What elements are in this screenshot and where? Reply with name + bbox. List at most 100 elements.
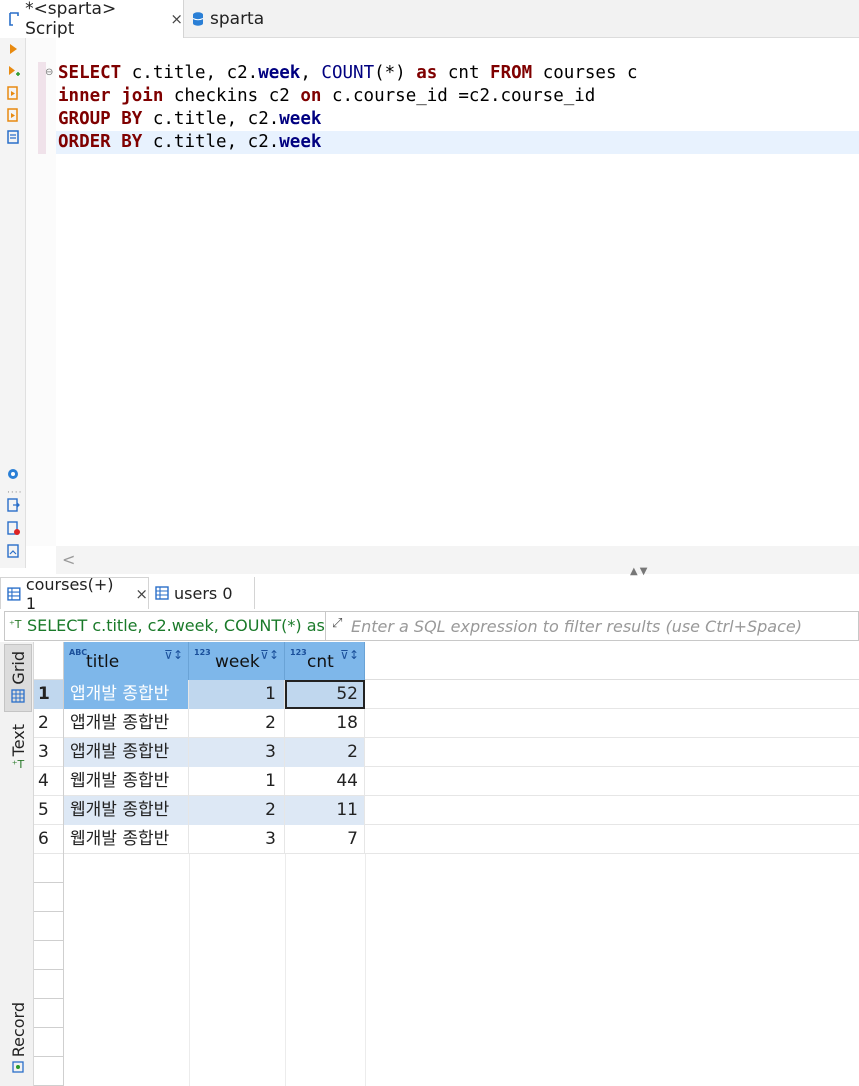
file-image-icon[interactable] <box>6 544 20 558</box>
code-token: c.title, c2. <box>142 132 280 152</box>
script-icon <box>6 11 21 27</box>
result-view-switcher: Grid Text ⁺T Record <box>0 642 34 1086</box>
grid-icon <box>11 688 25 703</box>
tab-courses-result[interactable]: courses(+) 1 × <box>0 575 149 613</box>
code-token: courses c <box>532 63 638 83</box>
empty-row <box>34 883 64 912</box>
code-token: cnt <box>437 63 491 83</box>
tab-courses-label: courses(+) 1 <box>25 574 114 613</box>
cell-cnt[interactable]: 7 <box>285 825 365 854</box>
cell-title[interactable]: 앱개발 종합반 <box>64 738 189 767</box>
expand-icon[interactable]: ⤢ <box>332 616 342 631</box>
cell-cnt[interactable]: 18 <box>285 709 365 738</box>
column-header-cnt[interactable]: 123 cnt ⊽↕ <box>285 642 365 680</box>
empty-row <box>34 1057 64 1086</box>
filter-sort-icon[interactable]: ⊽↕ <box>340 648 359 662</box>
scroll-left-arrow-icon[interactable]: < <box>62 550 75 569</box>
execute-script-new-tabs-icon[interactable] <box>6 108 20 122</box>
row-number[interactable]: 4 <box>34 767 64 796</box>
row-number[interactable]: 3 <box>34 738 64 767</box>
code-token: as <box>416 63 438 83</box>
table-row[interactable]: 4 웹개발 종합반 1 44 <box>34 767 859 796</box>
row-number[interactable]: 6 <box>34 825 64 854</box>
tab-users-result[interactable]: users 0 <box>149 577 255 609</box>
tab-grid[interactable]: Grid <box>4 644 32 712</box>
tab-record[interactable]: Record <box>4 1002 32 1082</box>
execute-in-new-tab-icon[interactable] <box>6 64 20 78</box>
sql-editor[interactable]: SELECT c.title, c2.week, COUNT(*) as cnt… <box>56 38 859 546</box>
row-number[interactable]: 1 <box>34 680 64 709</box>
execute-statement-icon[interactable] <box>6 42 20 56</box>
table-row[interactable]: 6 웹개발 종합반 3 7 <box>34 825 859 854</box>
code-token: week <box>279 132 322 152</box>
column-header-title[interactable]: ABC title ⊽↕ <box>64 642 189 680</box>
cell-title[interactable]: 앱개발 종합반 <box>64 709 189 738</box>
code-token: checkins c2 <box>163 86 301 106</box>
code-token: week <box>258 63 301 83</box>
table-row[interactable]: 3 앱개발 종합반 3 2 <box>34 738 859 767</box>
file-delete-icon[interactable] <box>6 521 20 535</box>
code-line-4: ORDER BY c.title, c2.week <box>56 131 859 154</box>
code-token: SELECT <box>58 63 122 83</box>
code-token: COUNT <box>321 63 375 83</box>
tab-users-label: users 0 <box>174 583 233 603</box>
horizontal-scrollbar[interactable]: < <box>56 546 859 574</box>
tab-record-label: Record <box>8 1002 28 1058</box>
close-icon[interactable]: × <box>135 585 148 603</box>
cell-week[interactable]: 3 <box>189 738 285 767</box>
tab-text[interactable]: Text ⁺T <box>4 724 32 784</box>
cell-cnt[interactable]: 52 <box>285 680 365 709</box>
table-icon <box>7 586 21 601</box>
explain-plan-icon[interactable] <box>6 130 20 144</box>
row-number-header <box>34 642 64 680</box>
tab-script-label: *<sparta> Script <box>25 0 117 39</box>
cell-cnt[interactable]: 11 <box>285 796 365 825</box>
record-icon <box>12 1061 24 1073</box>
fold-collapse-icon[interactable]: ⊖ <box>45 67 53 78</box>
editor-toolbar: ···· <box>0 38 26 568</box>
tab-script[interactable]: *<sparta> Script × <box>0 0 184 39</box>
code-token: c.title, c2. <box>121 63 259 83</box>
empty-row <box>34 854 64 883</box>
empty-row <box>34 970 64 999</box>
filter-input[interactable] <box>351 612 856 640</box>
code-token: GROUP BY <box>58 109 143 129</box>
code-token: FROM <box>490 63 533 83</box>
filter-sort-icon[interactable]: ⊽↕ <box>164 648 183 662</box>
cell-week[interactable]: 1 <box>189 767 285 796</box>
text-view-icon: ⁺T <box>11 758 25 772</box>
row-number[interactable]: 2 <box>34 709 64 738</box>
cell-week[interactable]: 2 <box>189 709 285 738</box>
cell-week[interactable]: 1 <box>189 680 285 709</box>
export-icon[interactable] <box>6 498 20 512</box>
table-row[interactable]: 5 웹개발 종합반 2 11 <box>34 796 859 825</box>
code-token: (*) <box>374 63 417 83</box>
code-token: on <box>300 86 322 106</box>
row-number[interactable]: 5 <box>34 796 64 825</box>
table-row[interactable]: 1 앱개발 종합반 1 52 <box>34 680 859 709</box>
cell-cnt[interactable]: 44 <box>285 767 365 796</box>
code-token: inner join <box>58 86 164 106</box>
code-token: c.title, c2. <box>142 109 280 129</box>
cell-title[interactable]: 웹개발 종합반 <box>64 796 189 825</box>
code-line-3: GROUP BY c.title, c2.week <box>58 108 321 131</box>
active-query-text[interactable]: SELECT c.title, c2.week, COUNT(*) as c <box>5 612 325 640</box>
cell-title[interactable]: 웹개발 종합반 <box>64 825 189 854</box>
cell-week[interactable]: 3 <box>189 825 285 854</box>
execute-script-icon[interactable] <box>6 86 20 100</box>
tab-sparta[interactable]: sparta <box>186 0 286 38</box>
cell-cnt[interactable]: 2 <box>285 738 365 767</box>
results-grid[interactable]: ABC title ⊽↕ 123 week ⊽↕ 123 cnt ⊽↕ 1 앱개… <box>34 642 859 1086</box>
tab-text-label: Text <box>8 724 28 757</box>
close-icon[interactable]: × <box>170 10 183 28</box>
column-header-week[interactable]: 123 week ⊽↕ <box>189 642 285 680</box>
cell-title[interactable]: 웹개발 종합반 <box>64 767 189 796</box>
code-line-2: inner join checkins c2 on c.course_id =c… <box>58 85 595 108</box>
table-row[interactable]: 2 앱개발 종합반 2 18 <box>34 709 859 738</box>
code-token: c.course_id =c2.course_id <box>321 86 596 106</box>
gear-icon[interactable] <box>6 467 20 481</box>
column-title-label: title <box>86 652 120 672</box>
filter-sort-icon[interactable]: ⊽↕ <box>260 648 279 662</box>
cell-title[interactable]: 앱개발 종합반 <box>64 680 189 709</box>
cell-week[interactable]: 2 <box>189 796 285 825</box>
